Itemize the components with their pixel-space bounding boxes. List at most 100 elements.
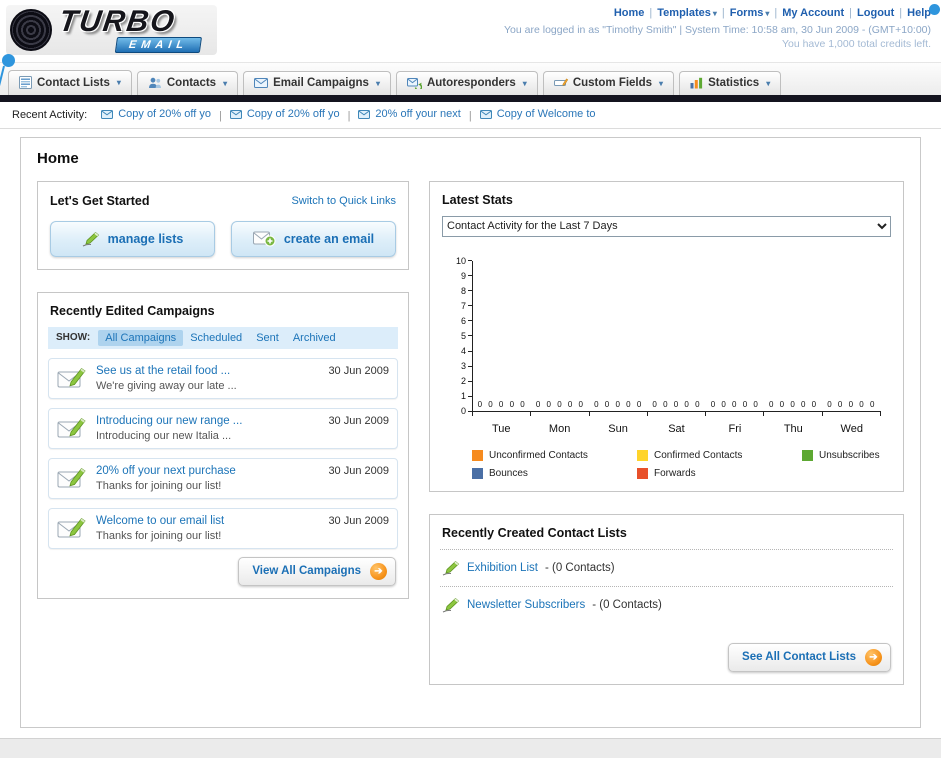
campaign-row: See us at the retail food ... We're givin… [48,357,398,399]
y-axis-label: 2 [442,376,472,386]
campaign-title-link[interactable]: 20% off your next purchase [96,465,319,477]
y-axis-label: 1 [442,391,472,401]
nav-tab-contact-lists[interactable]: Contact Lists ▾ [8,70,132,95]
switch-quick-links-link[interactable]: Switch to Quick Links [291,195,396,207]
link-separator: | [899,7,903,19]
recent-activity-item[interactable]: Copy of 20% off yo [101,108,211,120]
campaign-filter-scheduled[interactable]: Scheduled [183,330,249,346]
nav-tab-statistics[interactable]: Statistics ▾ [679,71,782,95]
campaign-filter-sent[interactable]: Sent [249,330,286,346]
legend-item-unconfirmed-contacts: Unconfirmed Contacts [472,449,637,461]
chart-x-ticks [472,411,881,416]
contact-list-link[interactable]: Newsletter Subscribers [467,599,585,611]
nav-tab-custom-fields[interactable]: Custom Fields ▾ [542,71,675,95]
top-link-my-account[interactable]: My Account [782,7,844,19]
legend-item-unsubscribes: Unsubscribes [802,449,891,461]
x-axis-tick [879,411,881,416]
chevron-down-icon: ▾ [116,78,121,87]
nav-tab-label: Statistics [708,77,760,89]
top-link-logout[interactable]: Logout [857,7,894,19]
show-label: SHOW: [56,332,91,343]
chevron-down-icon: ▾ [659,78,664,88]
legend-item-forwards: Forwards [637,467,802,479]
envelope-pencil-icon [57,415,87,442]
recent-contact-lists-panel: Recently Created Contact Lists Exhibitio… [429,513,904,685]
create-email-button[interactable]: create an email [231,220,396,257]
y-axis-label: 9 [442,271,472,281]
top-link-help[interactable]: Help [907,7,931,19]
page-title: Home [37,149,79,167]
main-content: Home Let's Get Started Switch to Quick L… [20,136,921,728]
campaign-title-link[interactable]: See us at the retail food ... [96,365,319,377]
chart-x-labels: Tue Mon Sun Sat Fri Thu Wed [472,423,881,435]
get-started-panel: Let's Get Started Switch to Quick Links … [37,180,409,270]
view-all-campaigns-button[interactable]: View All Campaigns ➔ [238,556,396,586]
x-axis-tick [472,411,473,416]
nav-tab-email-campaigns[interactable]: Email Campaigns ▾ [243,71,391,95]
chart-plot-area: 0 0 0 0 0 0 0 0 0 0 0 0 0 0 0 0 0 0 0 0 0 0 … [472,260,881,412]
y-axis-label: 5 [442,331,472,341]
view-all-campaigns-label: View All Campaigns [252,565,361,577]
campaign-list: See us at the retail food ... We're givin… [38,349,408,551]
campaign-subtitle: Thanks for joining our list! [96,479,222,492]
item-separator: | [468,109,472,122]
chart-zero-values: 0 0 0 0 0 0 0 0 0 0 0 0 0 0 0 0 0 0 0 0 0 0 … [473,400,881,409]
envelope-icon [101,109,114,119]
legend-swatch [637,467,648,479]
nav-tab-autoresponders[interactable]: Autoresponders ▾ [395,71,538,95]
contact-lists-panel-header: Recently Created Contact Lists [440,515,893,550]
recent-activity-item[interactable]: Copy of 20% off yo [229,108,340,120]
contact-list-item: Exhibition List - (0 Contacts) [440,550,893,587]
recent-activity-item[interactable]: 20% off your next [358,108,461,120]
footer [0,737,941,758]
top-link-forms[interactable]: Forms ▾ [730,7,770,19]
campaign-title-link[interactable]: Introducing our new range ... [96,415,319,427]
contact-lists-panel-footer: See All Contact Lists ➔ [430,637,903,684]
logo-text: TURBO EMAIL [55,5,207,53]
stats-body: Contact Activity for the Last 7 Days 10 9… [430,215,903,491]
x-axis-label: Fri [728,422,742,435]
stats-period-select[interactable]: Contact Activity for the Last 7 Days [442,215,891,237]
contact-list-link[interactable]: Exhibition List [467,562,538,574]
campaign-filter-all-campaigns[interactable]: All Campaigns [98,329,184,346]
recently-edited-campaigns-panel: Recently Edited Campaigns SHOW: All Camp… [37,291,409,599]
get-started-buttons: manage lists create an email [50,220,396,257]
chart-legend: Unconfirmed Contacts Confirmed Contacts Un… [472,449,891,479]
nav-tab-label: Autoresponders [426,77,516,89]
campaign-row: 20% off your next purchase Thanks for joi… [48,457,398,499]
campaign-text: See us at the retail food ... We're givin… [96,365,319,392]
recent-activity-item[interactable]: Copy of Welcome to [479,108,596,120]
campaign-text: 20% off your next purchase Thanks for joi… [96,465,319,492]
y-axis-label: 10 [442,256,472,266]
y-axis-label: 4 [442,346,472,356]
legend-label: Forwards [654,467,696,479]
pencil-icon [442,560,460,576]
campaign-title-link[interactable]: Welcome to our email list [96,515,319,527]
callout-dot [2,54,15,67]
campaign-row: Welcome to our email list Thanks for join… [48,507,398,549]
contact-lists-icon [19,76,32,89]
campaign-row: Introducing our new range ... Introducing… [48,407,398,449]
chevron-down-icon: ▾ [375,78,380,88]
envelope-pencil-icon [57,465,87,492]
legend-label: Bounces [489,467,528,479]
top-link-templates[interactable]: Templates ▾ [657,7,717,19]
dashboard-columns: Let's Get Started Switch to Quick Links … [37,180,904,707]
autoresponders-icon [406,77,422,89]
logo-title: TURBO [56,5,179,38]
top-link-home[interactable]: Home [614,7,645,19]
bar-value-group: 0 0 0 0 0 [535,399,585,409]
create-email-label: create an email [283,231,375,246]
campaign-date: 30 Jun 2009 [328,364,389,377]
x-axis-label: Sat [668,422,685,435]
x-axis-label: Thu [783,422,803,435]
nav-tab-label: Contact Lists [37,76,110,89]
legend-label: Confirmed Contacts [654,449,743,461]
campaigns-panel-footer: View All Campaigns ➔ [38,551,408,598]
envelope-icon [479,109,492,119]
nav-tab-contacts[interactable]: Contacts ▾ [136,71,239,95]
see-all-contact-lists-button[interactable]: See All Contact Lists ➔ [728,642,891,672]
manage-lists-button[interactable]: manage lists [50,220,215,257]
campaign-filter-archived[interactable]: Archived [286,330,343,346]
recent-activity-items: Copy of 20% off yo | Copy of 20% off yo | 20… [97,108,599,122]
